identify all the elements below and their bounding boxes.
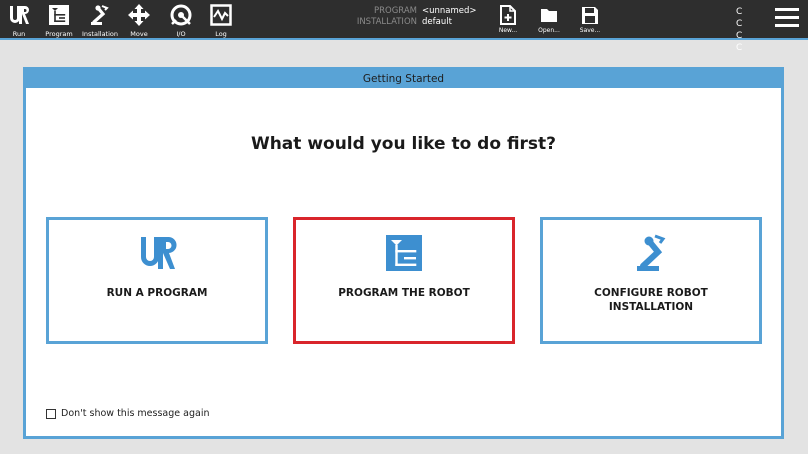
program-tree-icon bbox=[386, 235, 422, 271]
program-robot-label: PROGRAM THE ROBOT bbox=[338, 287, 470, 299]
program-robot-card[interactable]: PROGRAM THE ROBOT bbox=[293, 217, 515, 344]
open-file-label: Open... bbox=[538, 27, 560, 34]
nav-move-button[interactable]: Move bbox=[122, 0, 156, 40]
configure-installation-label: CONFIGURE ROBOT INSTALLATION bbox=[594, 287, 708, 313]
ur-logo-icon bbox=[141, 236, 177, 269]
new-file-label: New... bbox=[498, 27, 518, 34]
run-program-card[interactable]: RUN A PROGRAM bbox=[46, 217, 268, 344]
dont-show-again-option[interactable]: Don't show this message again bbox=[46, 408, 209, 419]
program-info: PROGRAM <unnamed> INSTALLATION default bbox=[350, 6, 500, 28]
nav-log-label: Log bbox=[215, 30, 227, 38]
speed-indicator[interactable]: C C C C bbox=[736, 6, 762, 54]
speed-line-1: C C bbox=[736, 7, 747, 29]
nav-program-button[interactable]: Program bbox=[42, 0, 76, 40]
new-file-icon bbox=[500, 5, 516, 25]
dialog-title: Getting Started bbox=[26, 70, 781, 88]
nav-io-button[interactable]: I/O bbox=[164, 0, 198, 40]
nav-installation-label: Installation bbox=[82, 30, 119, 38]
save-disk-icon bbox=[582, 7, 598, 24]
move-arrows-icon bbox=[128, 4, 150, 26]
hamburger-menu-icon[interactable] bbox=[775, 8, 799, 30]
io-gauge-icon bbox=[170, 4, 192, 26]
program-key: PROGRAM bbox=[373, 6, 417, 16]
nav-log-button[interactable]: Log bbox=[204, 0, 238, 40]
nav-installation-button[interactable]: Installation bbox=[82, 0, 119, 40]
save-file-button[interactable]: Save... bbox=[573, 0, 607, 40]
installation-key: INSTALLATION bbox=[356, 17, 417, 27]
configure-installation-card[interactable]: CONFIGURE ROBOT INSTALLATION bbox=[540, 217, 762, 344]
nav-run-button[interactable]: Run bbox=[2, 0, 36, 40]
installation-name: default bbox=[422, 17, 452, 27]
dont-show-checkbox[interactable] bbox=[46, 408, 56, 419]
nav-io-label: I/O bbox=[176, 30, 186, 38]
ur-logo-icon bbox=[10, 6, 29, 24]
dialog-heading: What would you like to do first? bbox=[250, 134, 557, 154]
program-name: <unnamed> bbox=[422, 6, 477, 16]
nav-move-label: Move bbox=[130, 30, 148, 38]
nav-run-label: Run bbox=[12, 30, 26, 38]
speed-line-2: C C bbox=[736, 31, 747, 53]
program-tree-icon bbox=[49, 5, 69, 25]
open-file-button[interactable]: Open... bbox=[532, 0, 566, 40]
top-bar: Run Program Installation Move I/O Log PR… bbox=[0, 0, 808, 53]
getting-started-dialog: Getting Started What would you like to d… bbox=[23, 67, 784, 439]
robot-arm-icon bbox=[91, 5, 109, 25]
log-chart-icon bbox=[210, 4, 232, 26]
nav-program-label: Program bbox=[45, 30, 73, 38]
folder-icon bbox=[541, 9, 557, 22]
run-program-label: RUN A PROGRAM bbox=[106, 287, 208, 299]
robot-arm-icon bbox=[637, 234, 666, 271]
new-file-button[interactable]: New... bbox=[491, 0, 525, 40]
save-file-label: Save... bbox=[579, 27, 601, 34]
dont-show-label: Don't show this message again bbox=[61, 408, 210, 419]
